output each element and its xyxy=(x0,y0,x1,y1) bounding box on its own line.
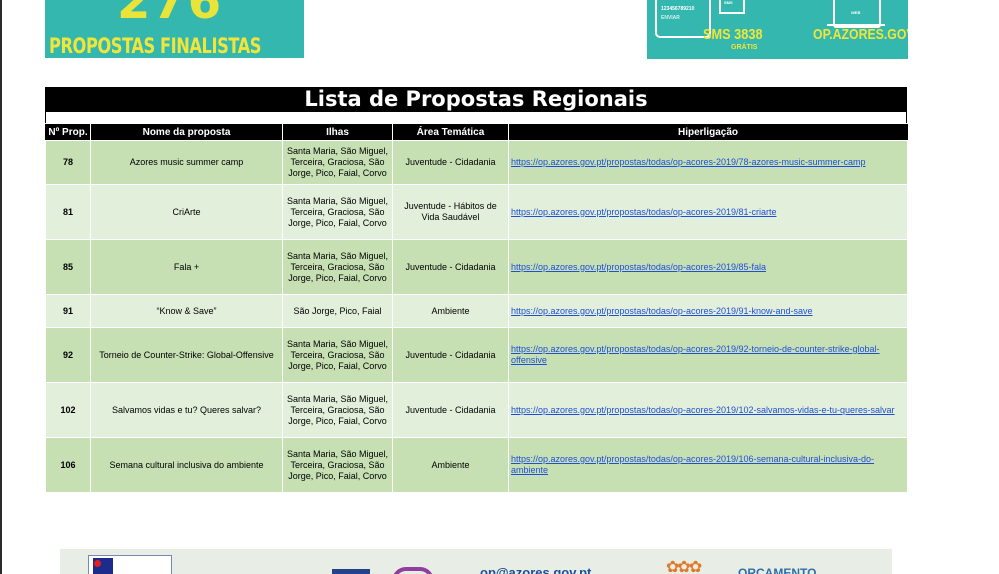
instagram-icon xyxy=(392,567,434,574)
page-left-border xyxy=(0,0,2,574)
proposal-name: Torneio de Counter-Strike: Global-Offens… xyxy=(90,327,283,383)
proposal-area: Ambiente xyxy=(392,437,509,493)
proposal-number: 92 xyxy=(45,327,91,383)
table-header-row: Nº Prop. Nome da proposta Ilhas Área Tem… xyxy=(45,124,908,141)
proposal-link[interactable]: https://op.azores.gov.pt/propostas/todas… xyxy=(508,184,908,240)
proposal-islands: Santa Maria, São Miguel, Terceira, Graci… xyxy=(282,437,393,493)
proposal-area: Ambiente xyxy=(392,294,509,328)
proposal-area: Juventude - Cidadania xyxy=(392,140,509,185)
table-row: 78 Azores music summer camp Santa Maria,… xyxy=(45,140,908,185)
eu-flag-logo xyxy=(88,555,172,574)
header-area: Área Temática xyxy=(392,124,509,141)
facebook-icon xyxy=(332,569,370,574)
orcamento-logo-text: ORÇAMENTO xyxy=(738,566,817,574)
sms-free-label: GRÁTIS xyxy=(731,44,758,51)
proposal-islands: Santa Maria, São Miguel, Terceira, Graci… xyxy=(282,382,393,438)
proposal-number: 85 xyxy=(45,239,91,295)
phone-number: 123456789210 xyxy=(661,6,695,12)
sms-number: SMS 3838 xyxy=(703,26,763,43)
proposal-name: Azores music summer camp xyxy=(90,140,283,185)
sms-icon-label: SMS xyxy=(724,0,733,5)
proposal-islands: Santa Maria, São Miguel, Terceira, Graci… xyxy=(282,140,393,185)
header-num: Nº Prop. xyxy=(45,124,91,141)
contact-email[interactable]: op@azores.gov.pt xyxy=(480,565,591,574)
proposal-islands: Santa Maria, São Miguel, Terceira, Graci… xyxy=(282,184,393,240)
sms-icon: SMS xyxy=(719,0,745,14)
proposal-name: “Know & Save” xyxy=(90,294,283,328)
proposal-number: 78 xyxy=(45,140,91,185)
table-row: 85 Fala + Santa Maria, São Miguel, Terce… xyxy=(45,239,908,295)
voting-channels-banner: 123456789210 ENVIAR SMS SMS 3838 GRÁTIS … xyxy=(647,0,908,59)
laptop-icon-label: WEB xyxy=(851,10,861,15)
azores-emblem-icon xyxy=(94,560,101,567)
proposal-link[interactable]: https://op.azores.gov.pt/propostas/todas… xyxy=(508,437,908,493)
phone-small-text: ENVIAR xyxy=(661,15,680,21)
proposal-name: Semana cultural inclusiva do ambiente xyxy=(90,437,283,493)
proposal-link[interactable]: https://op.azores.gov.pt/propostas/todas… xyxy=(508,140,908,185)
finalists-caption: PROPOSTAS FINALISTAS xyxy=(49,34,262,58)
table-row: 92 Torneio de Counter-Strike: Global-Off… xyxy=(45,327,908,383)
proposal-area: Juventude - Cidadania xyxy=(392,239,509,295)
proposal-area: Juventude - Cidadania xyxy=(392,327,509,383)
proposal-number: 106 xyxy=(45,437,91,493)
proposal-islands: Santa Maria, São Miguel, Terceira, Graci… xyxy=(282,239,393,295)
proposal-area: Juventude - Cidadania xyxy=(392,382,509,438)
table-row: 91 “Know & Save” São Jorge, Pico, Faial … xyxy=(45,294,908,328)
proposal-name: Fala + xyxy=(90,239,283,295)
proposal-name: Salvamos vidas e tu? Queres salvar? xyxy=(90,382,283,438)
footer-logos: op@azores.gov.pt ✿✿✿ ORÇAMENTO xyxy=(60,549,892,574)
table-row: 81 CriArte Santa Maria, São Miguel, Terc… xyxy=(45,184,908,240)
table-row: 102 Salvamos vidas e tu? Queres salvar? … xyxy=(45,382,908,438)
finalists-count: 276 xyxy=(117,0,224,30)
header-name: Nome da proposta xyxy=(90,124,283,141)
website-label: OP.AZORES.GOV.PT xyxy=(813,26,908,43)
proposal-number: 91 xyxy=(45,294,91,328)
proposal-link[interactable]: https://op.azores.gov.pt/propostas/todas… xyxy=(508,239,908,295)
proposal-number: 102 xyxy=(45,382,91,438)
header-islands: Ilhas xyxy=(282,124,393,141)
proposal-name: CriArte xyxy=(90,184,283,240)
proposal-link[interactable]: https://op.azores.gov.pt/propostas/todas… xyxy=(508,382,908,438)
proposal-link[interactable]: https://op.azores.gov.pt/propostas/todas… xyxy=(508,327,908,383)
table-title: Lista de Propostas Regionais xyxy=(45,87,907,112)
table-spacer xyxy=(45,112,907,123)
proposal-number: 81 xyxy=(45,184,91,240)
proposals-table: Nº Prop. Nome da proposta Ilhas Área Tem… xyxy=(45,124,908,493)
participation-people-icon: ✿✿✿ xyxy=(666,557,702,574)
table-row: 106 Semana cultural inclusiva do ambient… xyxy=(45,437,908,493)
proposal-islands: São Jorge, Pico, Faial xyxy=(282,294,393,328)
proposal-area: Juventude - Hábitos de Vida Saudável xyxy=(392,184,509,240)
proposal-islands: Santa Maria, São Miguel, Terceira, Graci… xyxy=(282,327,393,383)
proposal-link[interactable]: https://op.azores.gov.pt/propostas/todas… xyxy=(508,294,908,328)
header-link: Hiperligação xyxy=(508,124,908,141)
finalists-banner: 276 PROPOSTAS FINALISTAS xyxy=(45,0,304,58)
